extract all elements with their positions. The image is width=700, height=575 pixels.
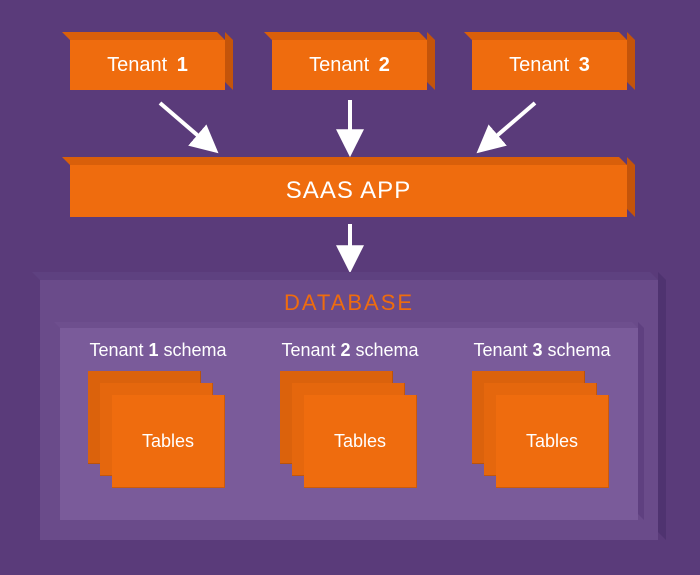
schema-2: Tenant 2 schema Tables [260, 340, 440, 481]
table-card-front: Tables [112, 395, 225, 488]
tenant-3-box: Tenant 3 [472, 40, 627, 90]
tenant-3-label: Tenant 3 [509, 54, 590, 77]
table-card-front: Tables [496, 395, 609, 488]
table-card-front: Tables [304, 395, 417, 488]
database-inner: Tenant 1 schema Tables Tenant 2 schema T… [60, 328, 638, 520]
tenant-2-box: Tenant 2 [272, 40, 427, 90]
schema-2-label: Tenant 2 schema [260, 340, 440, 361]
arrow-tenant-1-to-saas [155, 98, 225, 158]
schema-2-tables-stack: Tables [280, 371, 420, 481]
database-container: DATABASE Tenant 1 schema Tables Tenant 2… [40, 280, 658, 540]
schema-3: Tenant 3 schema Tables [452, 340, 632, 481]
arrow-tenant-3-to-saas [470, 98, 540, 158]
schema-3-tables-stack: Tables [472, 371, 612, 481]
saas-app-box: SAAS APP [70, 165, 627, 217]
arrow-saas-to-database [335, 222, 365, 274]
schema-3-label: Tenant 3 schema [452, 340, 632, 361]
tenant-1-box: Tenant 1 [70, 40, 225, 90]
database-title: DATABASE [40, 290, 658, 316]
arrow-tenant-2-to-saas [335, 98, 365, 158]
tenant-1-label: Tenant 1 [107, 54, 188, 77]
tenant-2-label: Tenant 2 [309, 54, 390, 77]
schema-1: Tenant 1 schema Tables [68, 340, 248, 481]
schema-1-label: Tenant 1 schema [68, 340, 248, 361]
schema-1-tables-stack: Tables [88, 371, 228, 481]
saas-app-label: SAAS APP [286, 177, 411, 205]
